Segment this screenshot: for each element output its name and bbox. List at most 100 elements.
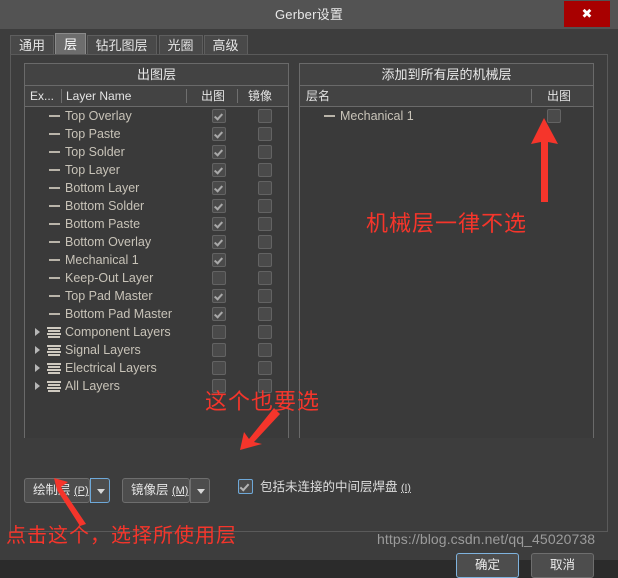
table-row[interactable]: Component Layers — [25, 323, 288, 341]
layer-dash-icon — [324, 115, 335, 117]
ok-button[interactable]: 确定 — [456, 553, 519, 578]
title-bar: Gerber设置 ✖ — [0, 0, 618, 29]
table-row[interactable]: Mechanical 1 — [25, 251, 288, 269]
annotation-arrow-down-icon — [240, 408, 280, 450]
mirror-layers-button-label: 镜像层 (M) — [131, 483, 189, 497]
plot-checkbox[interactable] — [212, 217, 226, 231]
table-row[interactable]: Bottom Overlay — [25, 233, 288, 251]
layer-name-label: Top Layer — [65, 163, 120, 177]
layer-name-label: Bottom Layer — [65, 181, 140, 195]
window-title: Gerber设置 — [274, 7, 344, 22]
mirror-checkbox[interactable] — [258, 199, 272, 213]
tab-2[interactable]: 层 — [55, 33, 87, 55]
plot-checkbox[interactable] — [212, 361, 226, 375]
mirror-checkbox[interactable] — [258, 235, 272, 249]
plot-checkbox[interactable] — [212, 307, 226, 321]
table-row[interactable]: Keep-Out Layer — [25, 269, 288, 287]
table-row[interactable]: Signal Layers — [25, 341, 288, 359]
mirror-layers-dropdown-arrow-icon[interactable] — [190, 478, 210, 503]
layer-name-label: Top Solder — [65, 145, 125, 159]
layer-dash-icon — [49, 313, 60, 315]
table-row[interactable]: Top Paste — [25, 125, 288, 143]
table-row[interactable]: Bottom Solder — [25, 197, 288, 215]
plot-layers-panel: 出图层 Ex... Layer Name 出图 镜像 Top Overlay To… — [24, 63, 289, 438]
plot-layers-column-header: Ex... Layer Name 出图 镜像 — [25, 86, 288, 107]
include-unconnected-pads-label: 包括未连接的中间层焊盘 (I) — [260, 480, 411, 494]
plot-checkbox[interactable] — [212, 163, 226, 177]
table-row[interactable]: Bottom Paste — [25, 215, 288, 233]
mirror-checkbox[interactable] — [258, 307, 272, 321]
plot-checkbox[interactable] — [212, 199, 226, 213]
plot-checkbox[interactable] — [212, 235, 226, 249]
mirror-checkbox[interactable] — [258, 325, 272, 339]
mechanical-layers-column-header: 层名 出图 — [300, 86, 593, 107]
layer-name-label: Top Paste — [65, 127, 121, 141]
mirror-checkbox[interactable] — [258, 145, 272, 159]
column-header-extra: Ex... — [30, 89, 55, 103]
layer-stack-icon — [47, 363, 61, 374]
tab-1[interactable]: 通用 — [10, 35, 55, 55]
table-row[interactable]: Top Overlay — [25, 107, 288, 125]
chevron-right-icon[interactable] — [35, 382, 40, 390]
column-divider — [61, 89, 62, 103]
tab-5[interactable]: 高级 — [203, 35, 248, 55]
mirror-checkbox[interactable] — [258, 361, 272, 375]
annotation-arrow-up-icon — [531, 118, 558, 202]
column-header-mirror: 镜像 — [248, 89, 273, 103]
layer-name-label: Top Overlay — [65, 109, 132, 123]
table-row[interactable]: Top Layer — [25, 161, 288, 179]
close-icon[interactable]: ✖ — [564, 1, 610, 27]
mirror-checkbox[interactable] — [258, 217, 272, 231]
plot-checkbox[interactable] — [212, 289, 226, 303]
table-row[interactable]: Top Pad Master — [25, 287, 288, 305]
plot-checkbox[interactable] — [212, 181, 226, 195]
watermark-url: https://blog.csdn.net/qq_45020738 — [377, 531, 596, 547]
chevron-right-icon[interactable] — [35, 328, 40, 336]
column-divider — [186, 89, 187, 103]
mirror-checkbox[interactable] — [258, 271, 272, 285]
table-row[interactable]: Bottom Pad Master — [25, 305, 288, 323]
layer-name-label: Mechanical 1 — [340, 109, 414, 123]
layer-dash-icon — [49, 223, 60, 225]
layer-name-label: Keep-Out Layer — [65, 271, 154, 285]
plot-checkbox[interactable] — [212, 145, 226, 159]
tab-3[interactable]: 钻孔图层 — [86, 35, 157, 55]
layer-stack-icon — [47, 381, 61, 392]
layer-name-label: Bottom Pad Master — [65, 307, 172, 321]
mirror-checkbox[interactable] — [258, 127, 272, 141]
column-divider — [531, 89, 532, 103]
table-row[interactable]: Top Solder — [25, 143, 288, 161]
tab-4[interactable]: 光圈 — [158, 35, 203, 55]
mirror-checkbox[interactable] — [258, 109, 272, 123]
column-header-layer-name: 层名 — [306, 89, 331, 103]
column-header-layer-name: Layer Name — [66, 89, 132, 103]
plot-checkbox[interactable] — [212, 109, 226, 123]
annotation-click-note: 点击这个，选择所使用层 — [6, 525, 237, 547]
mirror-checkbox[interactable] — [258, 289, 272, 303]
mirror-layers-button[interactable]: 镜像层 (M) — [122, 478, 190, 503]
layer-name-label: All Layers — [65, 379, 120, 393]
layer-dash-icon — [49, 187, 60, 189]
mirror-checkbox[interactable] — [258, 253, 272, 267]
include-unconnected-pads-checkbox[interactable] — [238, 479, 253, 494]
table-row[interactable]: Electrical Layers — [25, 359, 288, 377]
plot-checkbox[interactable] — [212, 271, 226, 285]
layer-dash-icon — [49, 241, 60, 243]
chevron-right-icon[interactable] — [35, 346, 40, 354]
mirror-checkbox[interactable] — [258, 181, 272, 195]
layer-name-label: Mechanical 1 — [65, 253, 139, 267]
table-row[interactable]: Bottom Layer — [25, 179, 288, 197]
tab-strip: 通用层钻孔图层 光圈 高级 — [10, 33, 608, 55]
mirror-checkbox[interactable] — [258, 343, 272, 357]
layer-name-label: Electrical Layers — [65, 361, 157, 375]
column-header-plot: 出图 — [201, 89, 226, 103]
annotation-arrow-upleft-icon — [54, 478, 86, 526]
plot-checkbox[interactable] — [212, 253, 226, 267]
mirror-checkbox[interactable] — [258, 163, 272, 177]
plot-checkbox[interactable] — [212, 325, 226, 339]
cancel-button[interactable]: 取消 — [531, 553, 594, 578]
plot-checkbox[interactable] — [212, 127, 226, 141]
layer-dash-icon — [49, 277, 60, 279]
chevron-right-icon[interactable] — [35, 364, 40, 372]
plot-checkbox[interactable] — [212, 343, 226, 357]
